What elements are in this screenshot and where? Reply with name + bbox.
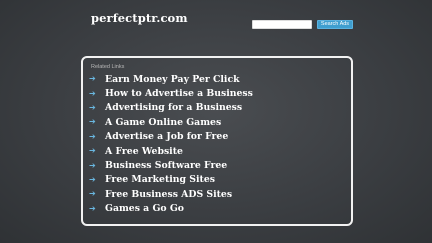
related-link-item[interactable]: ➔ Advertise a Job for Free	[89, 130, 253, 144]
arrow-right-icon: ➔	[89, 203, 96, 213]
search-input[interactable]	[252, 20, 312, 29]
search-ads-button[interactable]: Search Ads	[317, 20, 353, 29]
arrow-right-icon: ➔	[89, 74, 96, 84]
related-link-item[interactable]: ➔ A Free Website	[89, 144, 253, 158]
related-link-label[interactable]: Free Business ADS Sites	[105, 189, 232, 200]
site-logo[interactable]: perfectptr.com	[91, 11, 188, 25]
related-link-label[interactable]: Free Marketing Sites	[105, 174, 215, 185]
related-link-item[interactable]: ➔ A Game Online Games	[89, 115, 253, 129]
arrow-right-icon: ➔	[89, 117, 96, 127]
arrow-right-icon: ➔	[89, 146, 96, 156]
related-link-label[interactable]: Earn Money Pay Per Click	[105, 74, 240, 85]
related-link-label[interactable]: Business Software Free	[105, 160, 227, 171]
arrow-right-icon: ➔	[89, 160, 96, 170]
related-link-label[interactable]: How to Advertise a Business	[105, 88, 253, 99]
related-link-item[interactable]: ➔ Business Software Free	[89, 158, 253, 172]
related-link-item[interactable]: ➔ Games a Go Go	[89, 202, 253, 216]
related-link-label[interactable]: A Free Website	[105, 146, 183, 157]
related-links-list: ➔ Earn Money Pay Per Click ➔ How to Adve…	[89, 72, 253, 216]
related-link-label[interactable]: Games a Go Go	[105, 203, 184, 214]
arrow-right-icon: ➔	[89, 88, 96, 98]
related-link-item[interactable]: ➔ Free Business ADS Sites	[89, 187, 253, 201]
related-links-heading: Related Links	[91, 64, 125, 70]
related-link-item[interactable]: ➔ Earn Money Pay Per Click	[89, 72, 253, 86]
related-link-label[interactable]: Advertise a Job for Free	[105, 131, 228, 142]
related-links-panel: Related Links ➔ Earn Money Pay Per Click…	[81, 56, 353, 226]
arrow-right-icon: ➔	[89, 189, 96, 199]
related-link-item[interactable]: ➔ How to Advertise a Business	[89, 86, 253, 100]
related-link-item[interactable]: ➔ Free Marketing Sites	[89, 173, 253, 187]
arrow-right-icon: ➔	[89, 174, 96, 184]
related-link-item[interactable]: ➔ Advertising for a Business	[89, 101, 253, 115]
related-link-label[interactable]: A Game Online Games	[105, 117, 221, 128]
arrow-right-icon: ➔	[89, 102, 96, 112]
arrow-right-icon: ➔	[89, 131, 96, 141]
related-link-label[interactable]: Advertising for a Business	[105, 102, 242, 113]
